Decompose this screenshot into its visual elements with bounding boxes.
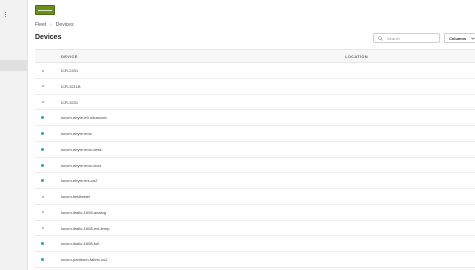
- page-title: Devices: [35, 34, 62, 41]
- columns-button[interactable]: Columns: [444, 33, 475, 43]
- devices-table: DEVICE LOCATION ICR-2431 ICR-3211B ICR-323…: [35, 49, 475, 268]
- status-online-icon: [41, 179, 44, 183]
- table-row[interactable]: lucom-iballo-1608-full: [35, 236, 475, 252]
- status-offline-icon: [41, 69, 44, 72]
- table-row[interactable]: lucom-ebyte-emo-door: [35, 158, 475, 174]
- device-name[interactable]: ICR-3211B: [61, 84, 81, 89]
- table-row[interactable]: ICR-3231: [35, 95, 475, 111]
- status-online-icon: [41, 116, 44, 120]
- breadcrumb: Fleet › Devices: [35, 21, 74, 29]
- device-name[interactable]: lucom-iballo-1608-full: [61, 241, 99, 246]
- breadcrumb-current: Devices: [55, 22, 74, 28]
- table-header: DEVICE LOCATION: [35, 49, 475, 63]
- device-name[interactable]: lucom-fieldtester: [61, 194, 90, 199]
- breadcrumb-fleet-link[interactable]: Fleet: [35, 22, 46, 28]
- chevron-right-icon: ›: [50, 22, 52, 28]
- table-row[interactable]: ICR-2431: [35, 63, 475, 79]
- sidebar: [0, 0, 28, 270]
- device-name[interactable]: lucom-iballo-1608-ext-temp: [61, 226, 109, 231]
- device-name[interactable]: lucom-ebyte-emo-door: [61, 163, 101, 168]
- column-header-device[interactable]: DEVICE: [61, 54, 78, 59]
- table-row[interactable]: ICR-3211B: [35, 79, 475, 95]
- device-name[interactable]: lucom-panteum-fabric-co2: [61, 257, 107, 262]
- status-online-icon: [41, 258, 44, 261]
- device-name[interactable]: lucom-ebyte-emo: [61, 131, 92, 136]
- table-row[interactable]: lucom-iballo-1608-analog: [35, 205, 475, 221]
- status-online-icon: [41, 147, 44, 151]
- status-online-icon: [41, 132, 44, 135]
- chevron-down-icon: [471, 37, 475, 40]
- company-logo[interactable]: [35, 5, 55, 15]
- table-row[interactable]: lucom-ebyte-emo-desk: [35, 142, 475, 158]
- columns-button-label: Columns: [449, 35, 467, 41]
- table-row[interactable]: lucom-ebyte-emo: [35, 126, 475, 142]
- status-online-icon: [41, 163, 44, 167]
- status-offline-icon: [41, 227, 44, 229]
- status-offline-icon: [41, 195, 44, 198]
- table-row[interactable]: lucom-fieldtester: [35, 189, 475, 205]
- column-header-location[interactable]: LOCATION: [345, 54, 368, 59]
- device-name[interactable]: lucom-ebyte-emo-desk: [61, 147, 102, 152]
- sidebar-item-devices[interactable]: [0, 60, 27, 71]
- vertical-dots-icon[interactable]: [4, 12, 8, 18]
- status-online-icon: [41, 242, 44, 246]
- device-name[interactable]: ICR-3231: [61, 100, 78, 105]
- device-name[interactable]: lucom-iballo-1608-analog: [61, 210, 106, 215]
- search-box[interactable]: [373, 33, 440, 43]
- status-offline-icon: [41, 101, 44, 103]
- table-row[interactable]: lucom-ebyte-e9-ultrasonic: [35, 110, 475, 126]
- status-offline-icon: [41, 211, 44, 214]
- device-name[interactable]: lucom-ebyte-ers-co2: [61, 178, 97, 183]
- device-name[interactable]: ICR-2431: [61, 68, 78, 73]
- search-input[interactable]: [387, 35, 437, 41]
- search-icon: [376, 34, 384, 42]
- table-row[interactable]: lucom-iballo-1608-ext-temp: [35, 221, 475, 237]
- device-name[interactable]: lucom-ebyte-e9-ultrasonic: [61, 115, 107, 120]
- table-row[interactable]: lucom-ebyte-ers-co2: [35, 173, 475, 189]
- table-row[interactable]: lucom-panteum-fabric-co2: [35, 252, 475, 268]
- status-offline-icon: [41, 85, 44, 88]
